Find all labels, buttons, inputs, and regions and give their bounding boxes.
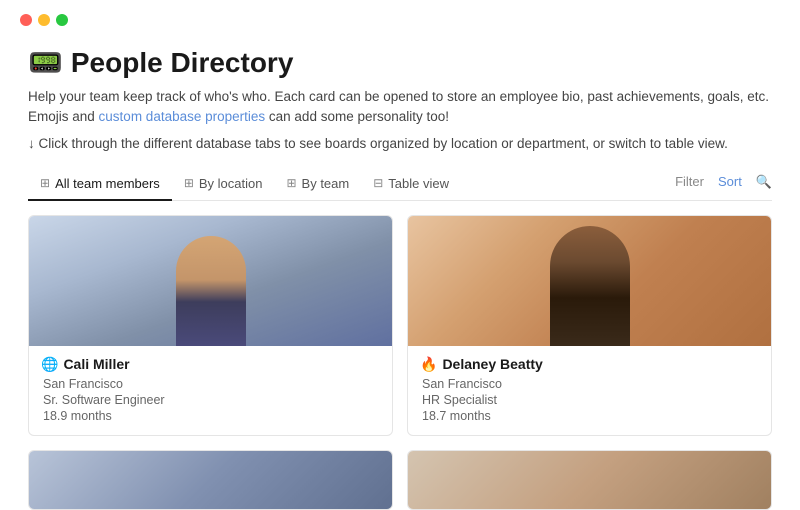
card-name-text-delaney: Delaney Beatty (442, 356, 542, 372)
title-bar (0, 0, 800, 30)
card-image-partial-2 (408, 451, 771, 510)
card-image-delaney (408, 216, 771, 346)
fullscreen-button[interactable] (56, 14, 68, 26)
tab-actions: Filter Sort 🔍 (675, 174, 772, 194)
card-location-delaney: San Francisco (420, 377, 759, 391)
search-icon: 🔍 (756, 174, 772, 189)
card-tenure-cali: 18.9 months (41, 409, 380, 423)
card-partial-2[interactable] (407, 450, 772, 510)
tab-label-table: Table view (388, 176, 449, 191)
card-partial-1[interactable] (28, 450, 393, 510)
tab-icon-table: ⊟ (373, 176, 383, 190)
tab-table-view[interactable]: ⊟ Table view (361, 168, 461, 201)
page-description: Help your team keep track of who's who. … (28, 87, 772, 128)
custom-properties-link[interactable]: custom database properties (99, 109, 266, 124)
card-role-delaney: HR Specialist (420, 393, 759, 407)
tab-by-team[interactable]: ⊞ By team (274, 168, 361, 201)
filter-button[interactable]: Filter (675, 174, 704, 189)
tab-by-location[interactable]: ⊞ By location (172, 168, 275, 201)
page-note: ↓ Click through the different database t… (28, 134, 772, 154)
card-role-cali: Sr. Software Engineer (41, 393, 380, 407)
page-header: 📟 People Directory (28, 46, 772, 79)
tabs-bar: ⊞ All team members ⊞ By location ⊞ By te… (28, 168, 772, 201)
card-location-cali: San Francisco (41, 377, 380, 391)
page-title: People Directory (71, 47, 294, 79)
card-body-delaney: 🔥 Delaney Beatty San Francisco HR Specia… (408, 346, 771, 435)
page-desc-suffix: can add some personality too! (265, 109, 449, 124)
page-emoji: 📟 (28, 46, 63, 79)
card-name-text-cali: Cali Miller (63, 356, 129, 372)
card-emoji-delaney: 🔥 (420, 356, 437, 373)
cards-grid-row2 (28, 450, 772, 510)
card-image-cali (29, 216, 392, 346)
tab-all-team-members[interactable]: ⊞ All team members (28, 168, 172, 201)
tab-icon-all: ⊞ (40, 176, 50, 190)
card-tenure-delaney: 18.7 months (420, 409, 759, 423)
tab-label-team: By team (302, 176, 350, 191)
search-button[interactable]: 🔍 (756, 174, 772, 190)
card-name-cali: 🌐 Cali Miller (41, 356, 380, 373)
tab-label-location: By location (199, 176, 263, 191)
tab-label-all: All team members (55, 176, 160, 191)
card-delaney-beatty[interactable]: 🔥 Delaney Beatty San Francisco HR Specia… (407, 215, 772, 436)
tab-icon-location: ⊞ (184, 176, 194, 190)
card-cali-miller[interactable]: 🌐 Cali Miller San Francisco Sr. Software… (28, 215, 393, 436)
sort-button[interactable]: Sort (718, 174, 742, 189)
card-body-cali: 🌐 Cali Miller San Francisco Sr. Software… (29, 346, 392, 435)
close-button[interactable] (20, 14, 32, 26)
traffic-lights (20, 14, 68, 26)
cards-grid: 🌐 Cali Miller San Francisco Sr. Software… (28, 215, 772, 436)
minimize-button[interactable] (38, 14, 50, 26)
page-content: 📟 People Directory Help your team keep t… (0, 30, 800, 510)
card-emoji-cali: 🌐 (41, 356, 58, 373)
card-image-partial-1 (29, 451, 392, 510)
tab-icon-team: ⊞ (286, 176, 296, 190)
card-name-delaney: 🔥 Delaney Beatty (420, 356, 759, 373)
